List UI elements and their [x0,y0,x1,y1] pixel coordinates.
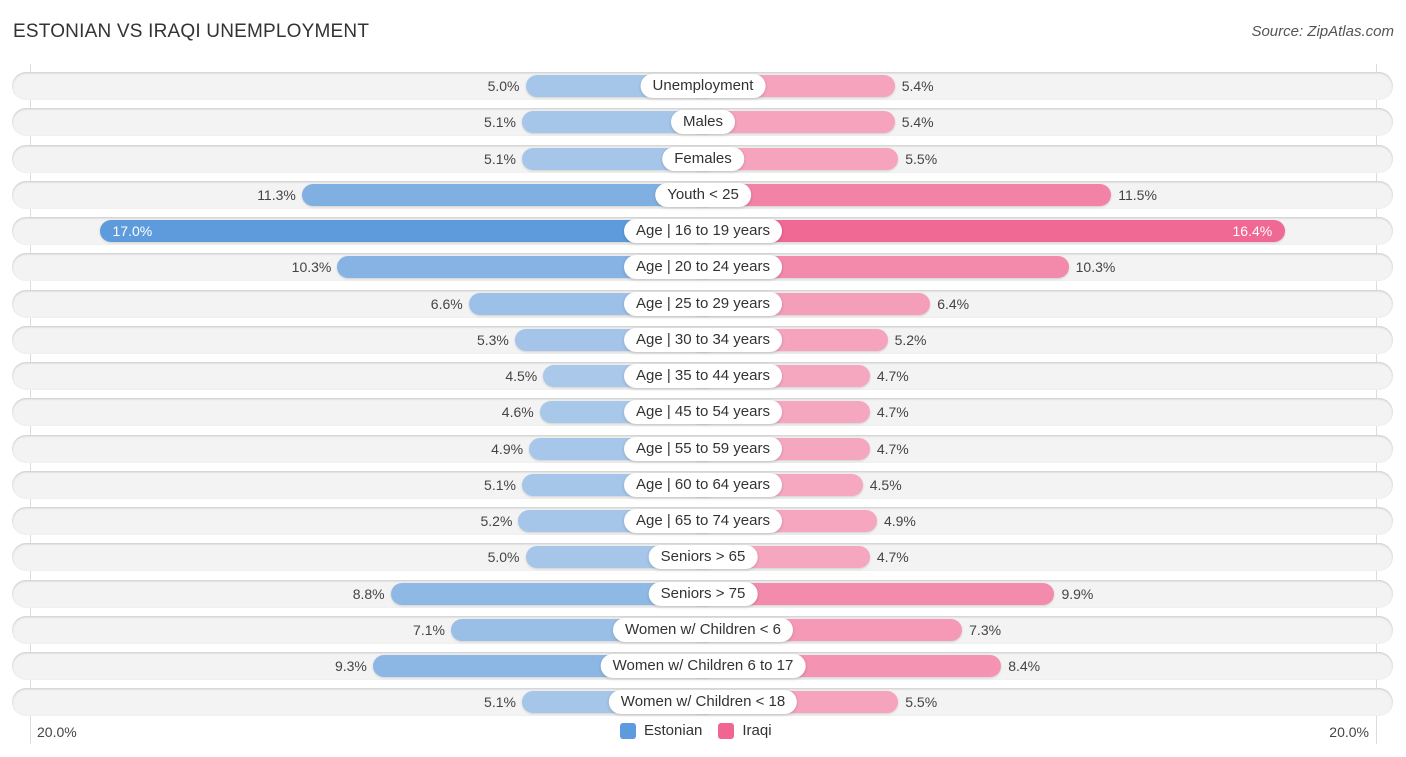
value-label-estonian: 8.8% [352,585,385,602]
value-label-iraqi: 7.3% [969,621,1002,638]
category-label: Age | 16 to 19 years [624,219,782,243]
value-label-iraqi: 5.5% [905,150,938,167]
category-label: Youth < 25 [655,182,751,207]
chart-title: ESTONIAN VS IRAQI UNEMPLOYMENT [13,21,370,42]
value-label-iraqi: 10.3% [1075,259,1116,276]
value-label-estonian: 5.1% [484,150,516,167]
category-label: Age | 25 to 29 years [624,291,782,316]
category-label: Age | 20 to 24 years [624,255,782,280]
value-label-iraqi: 4.9% [883,513,916,529]
bar-iraqi[interactable] [689,183,1112,206]
value-label-estonian: 5.1% [484,476,516,493]
value-label-estonian: 5.0% [487,549,520,566]
value-label-iraqi: 8.4% [1008,658,1041,674]
value-label-estonian: 9.3% [334,658,367,674]
value-label-estonian: 11.3% [257,186,296,203]
value-label-estonian: 4.6% [501,404,534,421]
legend: Estonian Iraqi [620,722,788,739]
legend-label-estonian: Estonian [644,722,703,739]
category-label: Women w/ Children < 18 [608,690,798,715]
value-label-iraqi: 4.5% [869,476,902,493]
category-label: Women w/ Children < 6 [612,617,794,642]
category-label: Women w/ Children 6 to 17 [600,654,806,678]
value-label-estonian: 5.1% [484,694,516,711]
category-label: Age | 60 to 64 years [624,472,782,497]
value-label-iraqi: 5.2% [894,331,927,348]
value-label-iraqi: 6.4% [937,295,970,312]
value-label-estonian: 4.9% [491,440,524,457]
left-axis-label: 20.0% [37,724,77,740]
value-label-estonian: 17.0% [112,223,153,239]
value-label-iraqi: 5.5% [905,694,938,711]
category-label: Unemployment [640,74,766,98]
legend-item-estonian[interactable]: Estonian [620,722,702,739]
category-label: Seniors > 65 [648,545,758,570]
legend-label-iraqi: Iraqi [742,722,772,739]
legend-item-iraqi[interactable]: Iraqi [718,722,772,739]
category-label: Age | 55 to 59 years [624,436,782,461]
source-label: Source: ZipAtlas.com [1251,23,1394,40]
value-label-iraqi: 4.7% [876,404,909,421]
category-label: Seniors > 75 [648,581,758,606]
value-label-estonian: 5.0% [487,78,520,94]
value-label-iraqi: 4.7% [876,368,909,384]
value-label-iraqi: 11.5% [1118,186,1157,203]
value-label-iraqi: 5.4% [901,78,934,94]
value-label-estonian: 10.3% [291,259,332,276]
category-label: Age | 35 to 44 years [624,364,782,388]
right-axis-label: 20.0% [1329,724,1369,740]
category-label: Age | 45 to 54 years [624,400,782,425]
value-label-iraqi: 4.7% [876,440,909,457]
category-label: Age | 65 to 74 years [624,509,782,533]
value-label-iraqi: 16.4% [1232,223,1273,239]
value-label-estonian: 5.3% [476,331,509,348]
value-label-estonian: 7.1% [413,621,445,638]
value-label-estonian: 4.5% [505,368,538,384]
value-label-iraqi: 9.9% [1061,585,1094,602]
value-label-estonian: 6.6% [430,295,463,312]
value-label-iraqi: 5.4% [901,114,934,131]
legend-swatch-estonian [620,722,636,739]
category-label: Males [670,110,736,135]
value-label-estonian: 5.2% [480,513,513,529]
category-label: Age | 30 to 34 years [624,327,782,352]
legend-swatch-iraqi [718,722,735,739]
category-label: Females [662,146,744,171]
value-label-estonian: 5.1% [484,114,516,131]
value-label-iraqi: 4.7% [876,549,909,566]
